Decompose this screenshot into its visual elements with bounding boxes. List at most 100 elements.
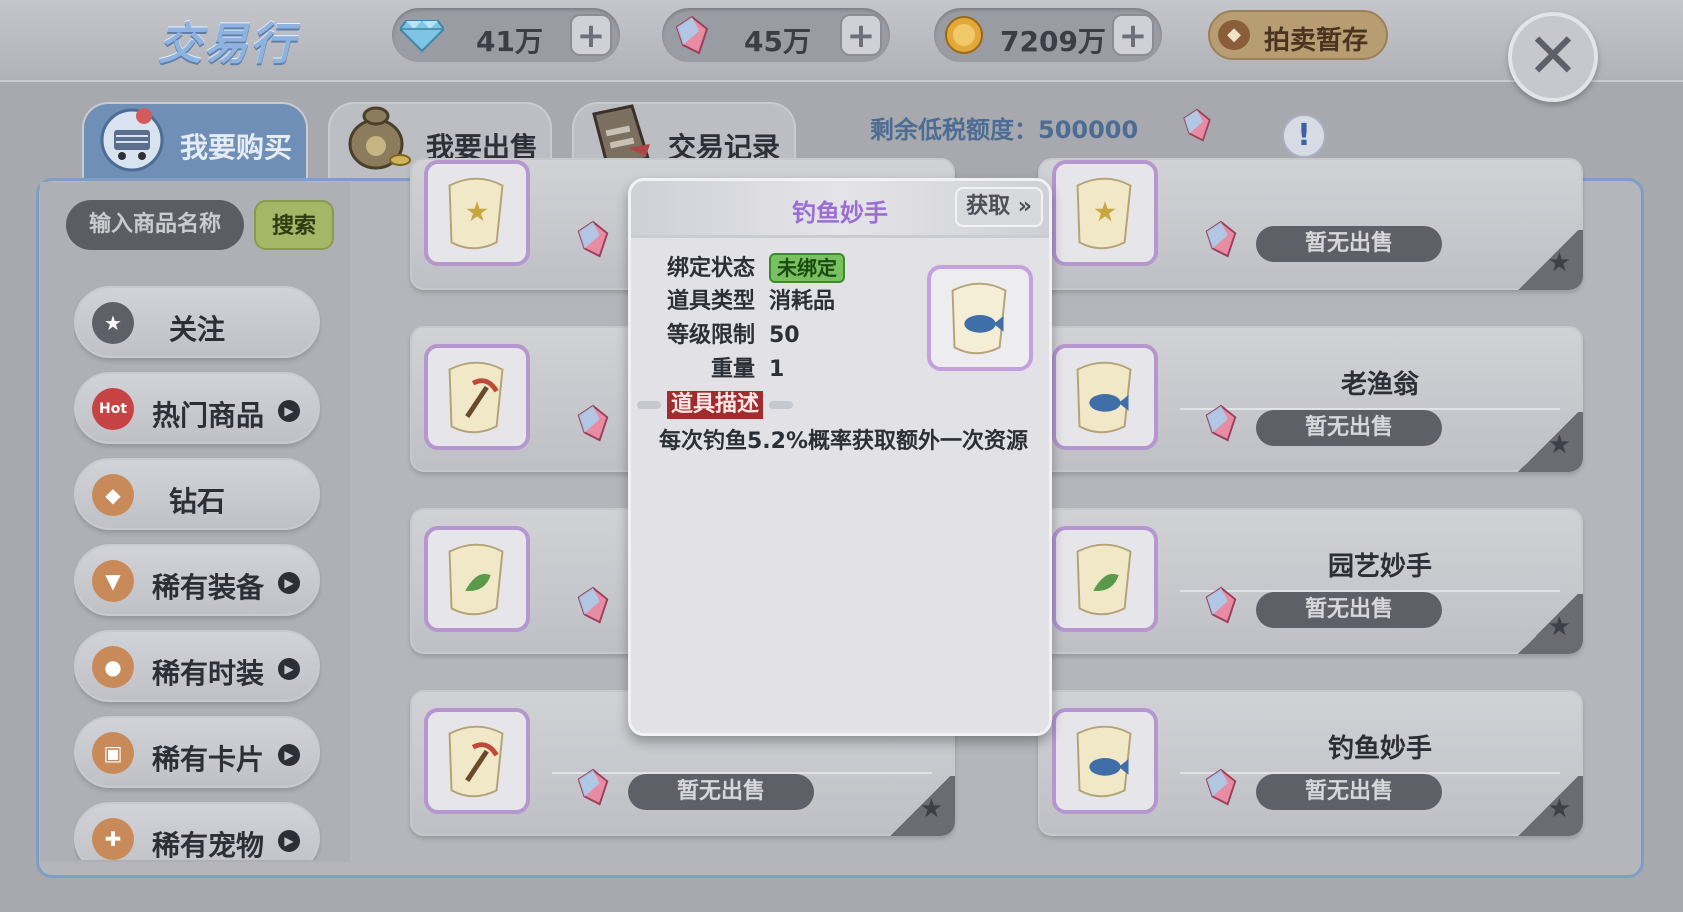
favorite-star-icon[interactable]: ★ [920,794,943,824]
tab-buy[interactable]: 我要购买 [82,102,308,180]
hot-icon: Hot [92,388,134,430]
crystal-icon [670,14,714,56]
hat-icon: ● [92,646,134,688]
sidebar-item-hot[interactable]: Hot 热门商品 ▶ [74,372,320,444]
crystal-icon [1204,768,1238,806]
weight-label: 重量 [710,357,755,382]
sidebar-item-rare-fashion[interactable]: ● 稀有时装 ▶ [74,630,320,702]
weight-value: 1 [769,357,785,382]
bind-status-row: 绑定状态 未绑定 [659,253,845,283]
wing-right-icon [769,401,793,409]
favorite-star-icon[interactable]: ★ [1548,430,1571,460]
item-type-label: 道具类型 [666,289,755,314]
pickaxe-scroll-icon [424,344,530,450]
star-scroll-icon: ★ [424,160,530,266]
add-crystal-button[interactable]: + [840,14,882,56]
svg-text:★: ★ [1093,197,1118,228]
tab-buy-label: 我要购买 [180,131,293,164]
crystal-amount: 45万 [744,25,811,58]
item-card[interactable]: ★ 暂无出售 ★ [1038,158,1583,290]
sidebar-item-label: 稀有时装 [152,657,265,690]
leaf-scroll-icon [1052,526,1158,632]
sidebar-item-label: 稀有卡片 [152,743,265,776]
sidebar-item-rare-pet[interactable]: ✚ 稀有宠物 ▶ [74,802,320,860]
level-limit-value: 50 [769,323,800,348]
weight-row: 重量 1 [659,355,784,385]
info-button[interactable]: ! [1282,114,1326,158]
bone-icon: ✚ [92,818,134,860]
wing-left-icon [637,401,661,409]
status-badge: 暂无出售 [1256,592,1442,628]
sidebar-item-label: 稀有宠物 [152,829,265,860]
item-name: 老渔翁 [1340,370,1419,400]
crystal-currency: 45万 + [662,8,890,62]
unbound-badge: 未绑定 [769,253,845,283]
search-input[interactable]: 输入商品名称 [66,200,244,250]
sidebar-item-rare-equipment[interactable]: ▼ 稀有装备 ▶ [74,544,320,616]
shirt-icon: ▼ [92,560,134,602]
low-tax-quota-value: 500000 [1038,116,1139,144]
auction-storage-button[interactable]: ◆ 拍卖暂存 [1208,10,1388,60]
diamond-currency: 41万 + [392,8,620,62]
card-icon: ▣ [92,732,134,774]
sidebar-item-diamond[interactable]: ◆ 钻石 [74,458,320,530]
pickaxe-scroll-icon [424,708,530,814]
sidebar-item-favorites[interactable]: ★ 关注 [74,286,320,358]
status-badge: 暂无出售 [1256,774,1442,810]
diamond-icon [400,14,444,56]
status-badge: 暂无出售 [1256,226,1442,262]
item-type-row: 道具类型 消耗品 [659,287,835,317]
auction-storage-label: 拍卖暂存 [1264,26,1369,56]
chevron-right-icon: ▶ [278,744,300,766]
chevron-right-icon: ▶ [278,658,300,680]
coin-currency: 7209万 + [934,8,1162,62]
status-badge: 暂无出售 [628,774,814,810]
sidebar-item-label: 钻石 [168,485,225,518]
favorite-star-icon[interactable]: ★ [1548,612,1571,642]
item-card[interactable]: 钓鱼妙手 暂无出售 ★ [1038,690,1583,836]
search-button[interactable]: 搜索 [254,200,334,250]
low-tax-quota: 剩余低税额度：500000 [870,110,1138,145]
fish-scroll-icon [1052,344,1158,450]
level-limit-row: 等级限制 50 [659,321,800,351]
crystal-icon [576,220,610,258]
add-diamond-button[interactable]: + [570,14,612,56]
chevron-right-icon: ▶ [278,572,300,594]
item-card[interactable]: 园艺妙手 暂无出售 ★ [1038,508,1583,654]
low-tax-quota-label: 剩余低税额度： [870,116,1038,144]
item-name: 钓鱼妙手 [1327,734,1432,764]
level-limit-label: 等级限制 [666,323,755,348]
item-card[interactable]: 老渔翁 暂无出售 ★ [1038,326,1583,472]
coin-icon [942,14,986,56]
favorite-star-icon[interactable]: ★ [1548,248,1571,278]
close-button[interactable]: ✕ [1508,12,1598,102]
top-bar: 交易行 41万 + 45万 + 7209万 + ◆ 拍卖暂存 [0,0,1683,82]
crystal-icon [1204,220,1238,258]
crystal-icon [576,404,610,442]
crystal-icon [576,586,610,624]
shopping-cart-icon [96,100,166,172]
popup-header: 钓鱼妙手 获取 » [631,181,1049,238]
fish-scroll-icon [1052,708,1158,814]
obtain-button[interactable]: 获取 » [955,187,1043,227]
category-list: ★ 关注 Hot 热门商品 ▶ ◆ 钻石 ▼ 稀有装备 ▶ ● 稀有时装 ▶ ▣… [74,286,322,860]
status-badge: 暂无出售 [1256,410,1442,446]
sidebar-item-label: 关注 [168,313,225,346]
page-title: 交易行 [158,19,296,70]
svg-text:★: ★ [465,197,490,228]
crystal-icon [576,768,610,806]
leaf-scroll-icon [424,526,530,632]
crystal-icon [1204,404,1238,442]
item-name: 园艺妙手 [1327,552,1432,582]
add-coin-button[interactable]: + [1112,14,1154,56]
bind-status-label: 绑定状态 [666,256,755,281]
star-scroll-icon: ★ [1052,160,1158,266]
description-title: 道具描述 [667,391,764,419]
hammer-icon: ◆ [1218,20,1250,50]
chevron-right-icon: ▶ [278,830,300,852]
fish-scroll-icon [927,265,1033,371]
favorite-star-icon[interactable]: ★ [1548,794,1571,824]
sidebar-item-rare-card[interactable]: ▣ 稀有卡片 ▶ [74,716,320,788]
description-header: 道具描述 [631,391,1049,421]
item-type-value: 消耗品 [769,289,836,314]
